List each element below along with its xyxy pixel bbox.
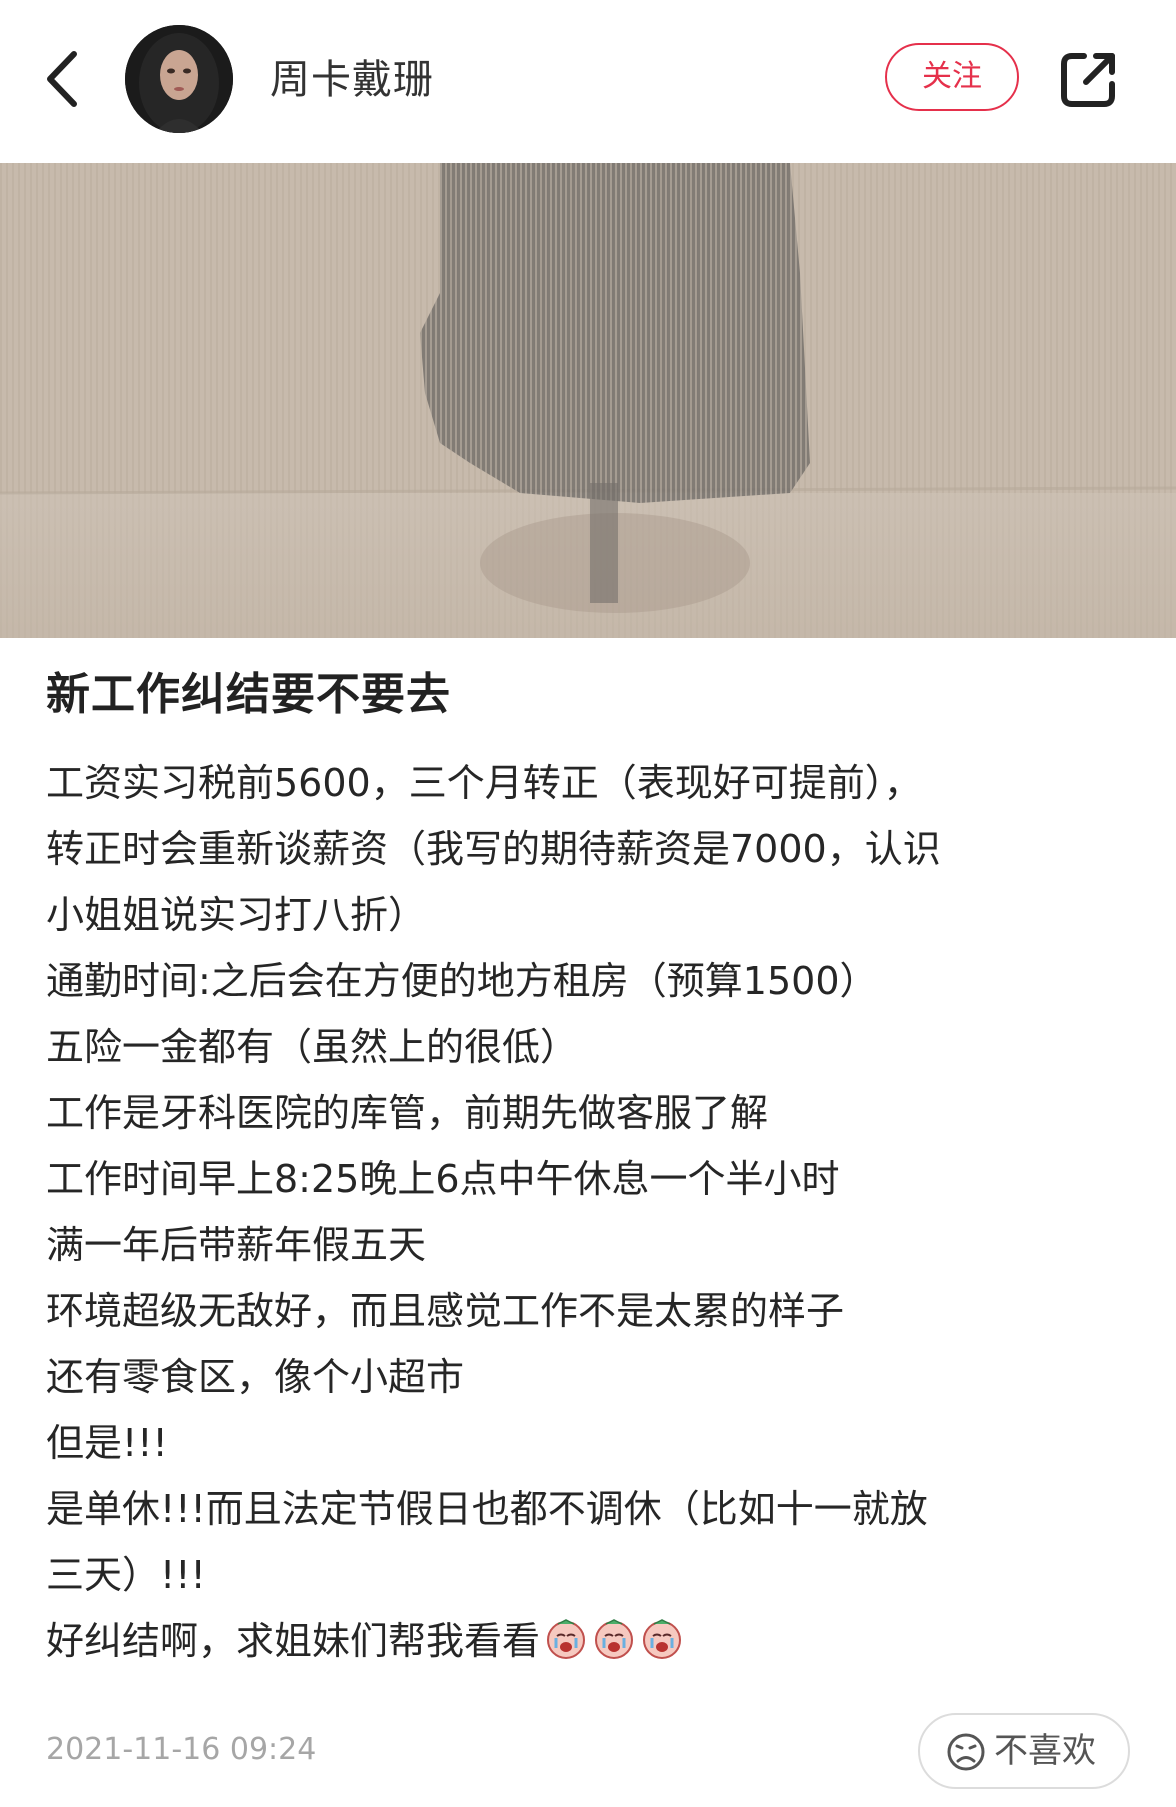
top-bar: 周卡戴珊 关注 xyxy=(0,0,1176,160)
post-body-line: 是单休!!!而且法定节假日也都不调休（比如十一就放 xyxy=(46,1487,928,1531)
crying-face-icon xyxy=(640,1614,684,1659)
post-body-line: 工作是牙科医院的库管，前期先做客服了解 xyxy=(46,1091,769,1135)
post-body-line: 好纠结啊，求姐妹们帮我看看 xyxy=(46,1619,541,1663)
chevron-left-icon xyxy=(47,51,77,107)
avatar-image xyxy=(125,25,233,133)
frown-face-icon xyxy=(947,1733,985,1771)
post-body-line: 三天）!!! xyxy=(46,1553,206,1597)
post-body-line: 工资实习税前5600，三个月转正（表现好可提前）， xyxy=(46,761,922,805)
share-button[interactable] xyxy=(1058,48,1120,110)
post-body-line: 还有零食区，像个小超市 xyxy=(46,1355,465,1399)
post-body-line: 环境超级无敌好，而且感觉工作不是太累的样子 xyxy=(46,1289,845,1333)
post-body-line: 通勤时间:之后会在方便的地方租房（预算1500） xyxy=(46,959,878,1003)
post-date: 2021-11-16 09:24 xyxy=(46,1732,317,1767)
post-body-line: 五险一金都有（虽然上的很低） xyxy=(46,1025,579,1069)
dislike-button[interactable]: 不喜欢 xyxy=(918,1713,1130,1789)
cover-photo xyxy=(0,163,1176,638)
follow-button[interactable]: 关注 xyxy=(885,43,1019,111)
post-cover-image[interactable] xyxy=(0,163,1176,638)
author-name[interactable]: 周卡戴珊 xyxy=(270,52,434,108)
post-body: 工资实习税前5600，三个月转正（表现好可提前）， 转正时会重新谈薪资（我写的期… xyxy=(46,750,1136,1674)
dislike-label: 不喜欢 xyxy=(994,1731,1096,1771)
post-body-line: 转正时会重新谈薪资（我写的期待薪资是7000，认识 xyxy=(46,827,941,871)
post-body-line: 小姐姐说实习打八折） xyxy=(46,893,427,937)
crying-face-icon xyxy=(544,1614,588,1659)
post-body-line: 工作时间早上8:25晚上6点中午休息一个半小时 xyxy=(46,1157,840,1201)
share-icon xyxy=(1061,53,1115,107)
post-body-last-line: 好纠结啊，求姐妹们帮我看看 xyxy=(46,1608,1136,1674)
back-button[interactable] xyxy=(38,46,90,112)
post-body-line: 但是!!! xyxy=(46,1421,168,1465)
crying-face-icon xyxy=(592,1614,636,1659)
avatar[interactable] xyxy=(125,25,233,133)
post-body-line: 满一年后带薪年假五天 xyxy=(46,1223,427,1267)
post-title: 新工作纠结要不要去 xyxy=(46,669,451,720)
